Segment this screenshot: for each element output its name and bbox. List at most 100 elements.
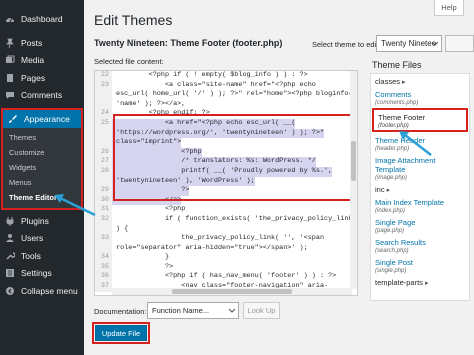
theme-file-name: Comments xyxy=(375,90,412,99)
theme-file-filename: (image.php) xyxy=(375,175,408,181)
code-text: 'name' ); ?></a>, xyxy=(116,99,186,108)
code-line: ) { xyxy=(95,224,357,235)
theme-files-list: classes ▸ Comments (comments.php) Theme Foot… xyxy=(370,73,470,301)
menu-label: Users xyxy=(21,233,44,244)
scroll-thumb[interactable] xyxy=(351,141,356,181)
select-theme-button[interactable] xyxy=(445,35,474,52)
code-line: class="imprint"> xyxy=(95,138,357,148)
theme-select[interactable]: Twenty Ninetee xyxy=(376,35,442,52)
theme-file-name: template-parts xyxy=(375,278,423,287)
code-line: 23 <a class="site-name" href="<?php echo xyxy=(95,80,357,91)
line-number xyxy=(95,99,112,110)
menu-appearance[interactable]: Appearance xyxy=(3,110,81,128)
update-file-button[interactable]: Update File xyxy=(95,325,147,341)
code-text: ?> xyxy=(112,186,190,196)
submenu-widgets[interactable]: Widgets xyxy=(3,160,81,175)
submenu-theme-editor[interactable]: Theme Editor xyxy=(3,190,81,205)
editor-vertical-scrollbar[interactable] xyxy=(350,71,357,289)
line-number: 36 xyxy=(95,272,112,283)
line-number: 33 xyxy=(95,234,112,244)
chevron-right-icon: ▸ xyxy=(386,187,391,194)
menu-plugins[interactable]: Plugins xyxy=(0,212,84,230)
scroll-thumb[interactable] xyxy=(172,289,292,294)
menu-users[interactable]: Users xyxy=(0,230,84,248)
code-line: esc_url( home_url( '/' ) ); ?>" rel="hom… xyxy=(95,90,357,100)
line-number xyxy=(95,224,112,235)
line-number xyxy=(95,138,112,148)
code-line: 22 <?php if ( ! empty( $blog_info ) ) : … xyxy=(95,71,357,81)
help-tab[interactable]: Help xyxy=(434,0,464,16)
line-number: 34 xyxy=(95,253,112,263)
line-number: 26 xyxy=(95,147,112,158)
line-number: 27 xyxy=(95,157,112,167)
code-lines: 22 <?php if ( ! empty( $blog_info ) ) : … xyxy=(95,71,357,292)
line-number: 22 xyxy=(95,71,112,81)
theme-file-item[interactable]: Search Results (search.php) xyxy=(371,235,469,255)
line-number: 24 xyxy=(95,109,112,119)
code-text: the_privacy_policy_link( '', '<span xyxy=(116,234,325,243)
theme-file-item[interactable]: Theme Header (header.php) xyxy=(371,133,469,153)
menu-pages[interactable]: Pages xyxy=(0,69,84,87)
theme-file-item[interactable]: Single Page (page.php) xyxy=(371,215,469,235)
theme-file-name: inc xyxy=(375,185,385,194)
line-number xyxy=(95,176,112,187)
menu-dashboard[interactable]: Dashboard xyxy=(0,9,84,29)
code-line: 'https://wordpress.org/', 'twentyninetee… xyxy=(95,128,357,139)
code-text: role="separator" aria-hidden="true"></sp… xyxy=(116,243,308,252)
submenu-customize[interactable]: Customize xyxy=(3,145,81,160)
submenu-themes[interactable]: Themes xyxy=(3,130,81,145)
code-text: if ( function_exists( 'the_privacy_polic… xyxy=(116,214,357,223)
code-text: <a href="<?php echo esc_url( __( xyxy=(112,118,296,129)
editor-horizontal-scrollbar[interactable] xyxy=(112,288,352,295)
documentation-select[interactable]: Function Name... xyxy=(147,302,239,319)
menu-posts[interactable]: Posts xyxy=(0,34,84,52)
code-editor[interactable]: 22 <?php if ( ! empty( $blog_info ) ) : … xyxy=(94,70,358,296)
collapse-icon xyxy=(5,286,15,296)
line-number: 35 xyxy=(95,262,112,273)
main-content: Help Edit Themes Twenty Nineteen: Theme … xyxy=(84,0,474,355)
code-line: role="separator" aria-hidden="true"></sp… xyxy=(95,243,357,254)
line-number xyxy=(95,90,112,100)
code-text: /* translators: %s: WordPress. */ xyxy=(112,157,316,167)
code-line: 24 <?php endif; ?> xyxy=(95,109,357,119)
theme-file-name: Image Attachment Template xyxy=(375,156,436,174)
code-line: 'twentynineteen' ), 'WordPress' ); xyxy=(95,176,357,187)
chevron-down-icon xyxy=(432,41,438,46)
theme-folder-item[interactable]: inc ▸ xyxy=(371,182,469,195)
code-text: 'twentynineteen' ), 'WordPress' ); xyxy=(112,176,255,187)
theme-file-item[interactable]: Main Index Template (index.php) xyxy=(371,195,469,215)
code-text: <a class="site-name" href="<?php echo xyxy=(116,80,316,89)
code-text: esc_url( home_url( '/' ) ); ?>" rel="hom… xyxy=(116,90,353,99)
theme-file-item[interactable]: Comments (comments.php) xyxy=(371,87,469,107)
line-number: 23 xyxy=(95,80,112,91)
theme-file-item[interactable]: Theme Footer (footer.php) xyxy=(372,108,468,132)
appearance-submenu: Themes Customize Widgets Menus Theme Edi… xyxy=(3,128,81,208)
theme-file-name: Single Page xyxy=(375,218,416,227)
selected-file-label: Selected file content: xyxy=(94,57,164,66)
code-text: </a> xyxy=(112,195,182,206)
documentation-label: Documentation: xyxy=(94,307,147,316)
update-button-highlight: Update File xyxy=(92,322,150,344)
file-title: Twenty Nineteen: Theme Footer (footer.ph… xyxy=(94,38,283,48)
submenu-menus[interactable]: Menus xyxy=(3,175,81,190)
menu-comments[interactable]: Comments xyxy=(0,87,84,105)
menu-label: Collapse menu xyxy=(21,285,78,296)
menu-settings[interactable]: Settings xyxy=(0,265,84,283)
theme-file-item[interactable]: Image Attachment Template (image.php) xyxy=(371,153,469,182)
collapse-menu-button[interactable]: Collapse menu xyxy=(0,282,84,300)
menu-media[interactable]: Media xyxy=(0,52,84,70)
plug-icon xyxy=(5,216,15,226)
theme-file-item[interactable]: Single Post (single.php) xyxy=(371,255,469,275)
comments-icon xyxy=(5,90,15,100)
menu-tools[interactable]: Tools xyxy=(0,247,84,265)
theme-folder-item[interactable]: template-parts ▸ xyxy=(371,275,469,288)
code-line: 25 <a href="<?php echo esc_url( __( xyxy=(95,118,357,129)
lookup-button[interactable]: Look Up xyxy=(243,302,280,319)
theme-folder-item[interactable]: classes ▸ xyxy=(371,74,469,87)
line-number: 37 xyxy=(95,282,112,292)
chevron-down-icon xyxy=(229,308,235,313)
code-line: 31 <?php xyxy=(95,205,357,215)
code-line: 'name' ); ?></a>, xyxy=(95,99,357,110)
code-text: ) { xyxy=(116,224,129,233)
code-text: <?php xyxy=(112,147,202,158)
